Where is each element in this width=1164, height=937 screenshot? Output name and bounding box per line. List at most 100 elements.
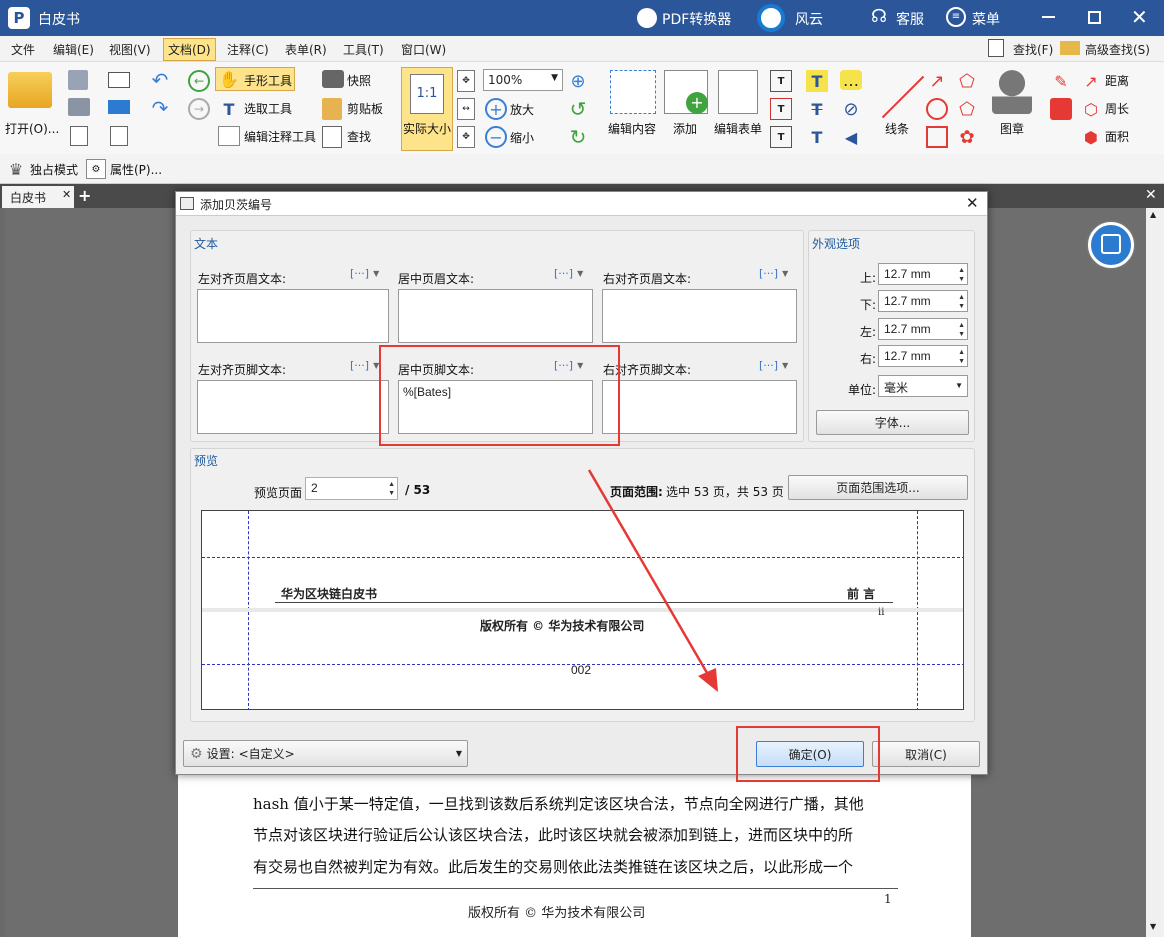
scan-icon[interactable] [108, 100, 130, 114]
right-header-macro-button[interactable]: [···] ▼ [759, 263, 797, 283]
typewriter-icon[interactable]: T [770, 98, 792, 120]
print-icon[interactable] [68, 98, 90, 116]
redo-icon[interactable]: ↷ [148, 96, 172, 120]
margin-top-input[interactable]: 12.7 mm ▲ ▼ [878, 263, 968, 285]
add-button[interactable]: 添加 [673, 120, 697, 137]
right-footer-macro-button[interactable]: [···] ▼ [759, 355, 797, 375]
polygon-icon[interactable]: ⬠ [956, 70, 978, 92]
left-header-macro-button[interactable]: [···] ▼ [350, 263, 388, 283]
close-icon[interactable]: ✕ [1131, 5, 1148, 29]
select-tool-button[interactable]: 选取工具 [244, 100, 292, 117]
forward-icon[interactable]: → [188, 98, 210, 120]
service-link[interactable]: 客服 [896, 9, 924, 29]
menu-form[interactable]: 表单(R) [280, 40, 332, 59]
menu-edit[interactable]: 编辑(E) [48, 40, 99, 59]
center-header-macro-button[interactable]: [···] ▼ [554, 263, 592, 283]
advanced-find-button[interactable]: 高级查找(S) [1080, 40, 1155, 59]
highlight-text-icon[interactable]: T [806, 70, 828, 92]
new-tab-icon[interactable]: + [78, 186, 91, 205]
preview-page-input[interactable]: 2 ▲ ▼ [305, 477, 398, 500]
fit-width-icon[interactable]: ↔ [457, 98, 475, 120]
magnifier-icon[interactable]: ⊕ [567, 70, 589, 92]
area-button[interactable]: 面积 [1105, 128, 1129, 145]
exclusive-mode-button[interactable]: 独占模式 [30, 161, 78, 178]
save-icon[interactable] [68, 70, 88, 90]
zoom-out-button[interactable]: 缩小 [510, 129, 534, 146]
margin-left-input[interactable]: 12.7 mm ▲ ▼ [878, 318, 968, 340]
snapshot-button[interactable]: 快照 [347, 72, 371, 89]
ellipse-icon[interactable] [926, 98, 948, 120]
properties-button[interactable]: 属性(P)... [110, 161, 162, 178]
dialog-close-icon[interactable]: ✕ [966, 194, 979, 212]
fit-visible-icon[interactable]: ✥ [457, 126, 475, 148]
margin-right-input[interactable]: 12.7 mm ▲ ▼ [878, 345, 968, 367]
rectangle-icon[interactable] [926, 126, 948, 148]
vertical-scrollbar[interactable]: ▲ ▼ [1146, 208, 1164, 937]
note-icon[interactable]: … [840, 70, 862, 90]
right-header-text[interactable] [602, 289, 797, 343]
callout-icon[interactable]: T [770, 126, 792, 148]
arrow-icon[interactable]: ↗ [926, 70, 948, 92]
font-button[interactable]: 字体... [816, 410, 969, 435]
stamp-icon [992, 70, 1032, 114]
menu-tools[interactable]: 工具(T) [338, 40, 389, 59]
stamp-button[interactable]: 图章 [1000, 120, 1024, 137]
menu-view[interactable]: 视图(V) [104, 40, 156, 59]
underline-text-icon[interactable]: T [806, 126, 828, 148]
strikeout-text-icon[interactable]: T [806, 98, 828, 120]
rotate-right-icon[interactable]: ↻ [567, 125, 589, 149]
scroll-up-icon[interactable]: ▲ [1150, 210, 1156, 219]
pencil-icon[interactable]: ✎ [1050, 70, 1072, 92]
rotate-left-icon[interactable]: ↺ [567, 97, 589, 121]
zoom-select[interactable]: 100% ▼ [483, 69, 563, 91]
menu-link[interactable]: 菜单 [972, 9, 1000, 29]
edit-annot-tool-button[interactable]: 编辑注释工具 [244, 128, 316, 145]
scroll-down-icon[interactable]: ▼ [1150, 922, 1156, 931]
edit-content-button[interactable]: 编辑内容 [608, 120, 656, 137]
find-button[interactable]: 查找(F) [1008, 40, 1058, 59]
cloud-shape-icon[interactable]: ✿ [956, 126, 978, 148]
pdf-converter-link[interactable]: PDF转换器 [662, 9, 731, 29]
back-icon[interactable]: ← [188, 70, 210, 92]
pentagon-icon[interactable]: ⬠ [956, 98, 978, 120]
menu-comment[interactable]: 注释(C) [222, 40, 274, 59]
edit-form-button[interactable]: 编辑表单 [714, 120, 762, 137]
settings-select[interactable]: ⚙ 设置: <自定义> ▼ [183, 740, 468, 767]
margin-bottom-input[interactable]: 12.7 mm ▲ ▼ [878, 290, 968, 312]
sound-icon[interactable]: ◀ [840, 126, 862, 148]
new-doc-icon[interactable] [110, 126, 128, 146]
maximize-icon[interactable] [1088, 11, 1101, 24]
eraser-icon[interactable] [1050, 98, 1072, 120]
edit-form-icon [718, 70, 758, 114]
right-footer-text[interactable] [602, 380, 797, 434]
fit-page-icon[interactable]: ✥ [457, 70, 475, 92]
close-tab-icon[interactable]: ✕ [1145, 187, 1157, 203]
undo-icon[interactable]: ↶ [148, 68, 172, 92]
email-icon[interactable] [108, 72, 130, 88]
menu-window[interactable]: 窗口(W) [396, 40, 451, 59]
open-button[interactable]: 打开(O)... [5, 120, 59, 137]
export-icon[interactable] [70, 126, 88, 146]
textbox-icon[interactable]: T [770, 70, 792, 92]
menu-file[interactable]: 文件 [6, 40, 40, 59]
floating-action-button[interactable] [1088, 222, 1134, 268]
cloud-link[interactable]: 风云 [795, 9, 823, 29]
clipboard-button[interactable]: 剪贴板 [347, 100, 383, 117]
center-header-text[interactable] [398, 289, 593, 343]
left-footer-text[interactable] [197, 380, 389, 434]
tab-document[interactable]: 白皮书 ✕ [2, 186, 74, 208]
find-tool-button[interactable]: 查找 [347, 128, 371, 145]
unit-select[interactable]: 毫米 ▼ [878, 375, 968, 397]
lines-button[interactable]: 线条 [885, 120, 909, 137]
zoom-in-button[interactable]: 放大 [510, 101, 534, 118]
left-header-text[interactable] [197, 289, 389, 343]
distance-button[interactable]: 距离 [1105, 72, 1129, 89]
page-range-options-button[interactable]: 页面范围选项... [788, 475, 968, 500]
menu-document[interactable]: 文档(D) [163, 38, 216, 61]
attachment-icon[interactable]: ⊘ [840, 98, 862, 120]
perimeter-button[interactable]: 周长 [1105, 100, 1129, 117]
document-text-line: 有交易也自然被判定为有效。此后发生的交易则依此法类推链在该区块之后，以此形成一个 [253, 858, 854, 876]
minimize-icon[interactable] [1042, 16, 1055, 18]
tab-close-icon[interactable]: ✕ [62, 188, 71, 201]
cancel-button[interactable]: 取消(C) [872, 741, 980, 767]
